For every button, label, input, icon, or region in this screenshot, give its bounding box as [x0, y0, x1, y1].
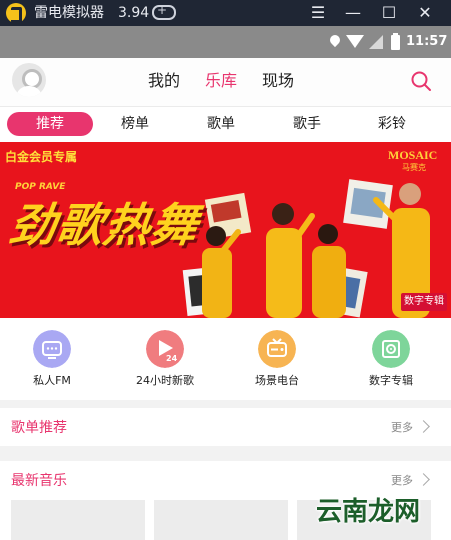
banner-kicker: POP RAVE — [15, 182, 66, 192]
banner-brand: MOSAIC — [388, 148, 438, 162]
app-header: 我的 乐库 现场 — [0, 58, 451, 106]
more-link[interactable]: 更多 — [391, 420, 413, 436]
subtab-recommend[interactable]: 推荐 — [7, 112, 93, 136]
section-title: 歌单推荐 — [11, 420, 67, 436]
chevron-right-icon[interactable] — [417, 473, 430, 486]
music-tile[interactable] — [154, 500, 288, 540]
quick-entry-label: 私人FM — [33, 374, 71, 387]
svg-text:24: 24 — [166, 354, 178, 363]
album-icon — [372, 330, 410, 368]
menu-icon[interactable]: ☰ — [301, 0, 335, 26]
section-title: 最新音乐 — [11, 473, 67, 489]
emulator-version: 3.94 — [118, 5, 150, 21]
avatar[interactable] — [12, 63, 46, 97]
quick-entry-label: 24小时新歌 — [136, 374, 194, 387]
chevron-right-icon[interactable] — [417, 420, 430, 433]
quick-entry-fm[interactable]: 私人FM — [2, 330, 102, 396]
banner-badge: 数字专辑 — [401, 293, 447, 311]
emulator-title: 雷电模拟器 — [34, 5, 104, 21]
quick-entry-label: 数字专辑 — [369, 374, 413, 387]
quick-entry-row: 私人FM 24 24小时新歌 场景电台 数字专辑 — [0, 318, 451, 400]
wifi-icon — [346, 35, 364, 49]
subtab-artists[interactable]: 歌手 — [277, 112, 337, 136]
tab-library[interactable]: 乐库 — [205, 70, 237, 92]
section-playlist-header: 歌单推荐 更多 — [0, 408, 451, 446]
signal-icon — [369, 35, 383, 49]
tv-radio-icon — [258, 330, 296, 368]
promo-banner[interactable]: 白金会员专属 MOSAIC 马赛克 POP RAVE 劲歌热舞 数字专辑 — [0, 142, 451, 318]
status-time: 11:57 — [406, 34, 448, 49]
battery-icon — [391, 33, 400, 50]
subtab-charts[interactable]: 榜单 — [105, 112, 165, 136]
tab-live[interactable]: 现场 — [262, 70, 294, 92]
watermark: 云南龙网 — [316, 497, 421, 527]
location-icon — [330, 35, 340, 49]
banner-tag: 白金会员专属 — [5, 150, 78, 164]
subtab-ringtones[interactable]: 彩铃 — [362, 112, 422, 136]
subtab-playlists[interactable]: 歌单 — [191, 112, 251, 136]
emulator-title-bar: 雷电模拟器 3.94 ☰ — ☐ ✕ — [0, 0, 451, 26]
android-status-bar: 11:57 — [0, 26, 451, 58]
gamepad-icon[interactable] — [152, 3, 176, 20]
radio-icon — [33, 330, 71, 368]
quick-entry-scene-radio[interactable]: 场景电台 — [227, 330, 327, 396]
more-link[interactable]: 更多 — [391, 473, 413, 489]
quick-entry-label: 场景电台 — [255, 374, 299, 387]
play-24-icon: 24 — [146, 330, 184, 368]
close-icon[interactable]: ✕ — [408, 0, 442, 26]
sub-tab-bar: 推荐 榜单 歌单 歌手 彩铃 — [0, 106, 451, 142]
music-tile[interactable] — [11, 500, 145, 540]
quick-entry-digital-album[interactable]: 数字专辑 — [341, 330, 441, 396]
minimize-icon[interactable]: — — [336, 0, 370, 26]
search-icon[interactable] — [410, 70, 432, 92]
tab-mine[interactable]: 我的 — [148, 70, 180, 92]
emulator-logo — [6, 3, 26, 23]
banner-headline: 劲歌热舞 — [6, 198, 202, 252]
maximize-icon[interactable]: ☐ — [372, 0, 406, 26]
quick-entry-24h[interactable]: 24 24小时新歌 — [115, 330, 215, 396]
banner-brand-subtitle: 马赛克 — [402, 163, 426, 172]
